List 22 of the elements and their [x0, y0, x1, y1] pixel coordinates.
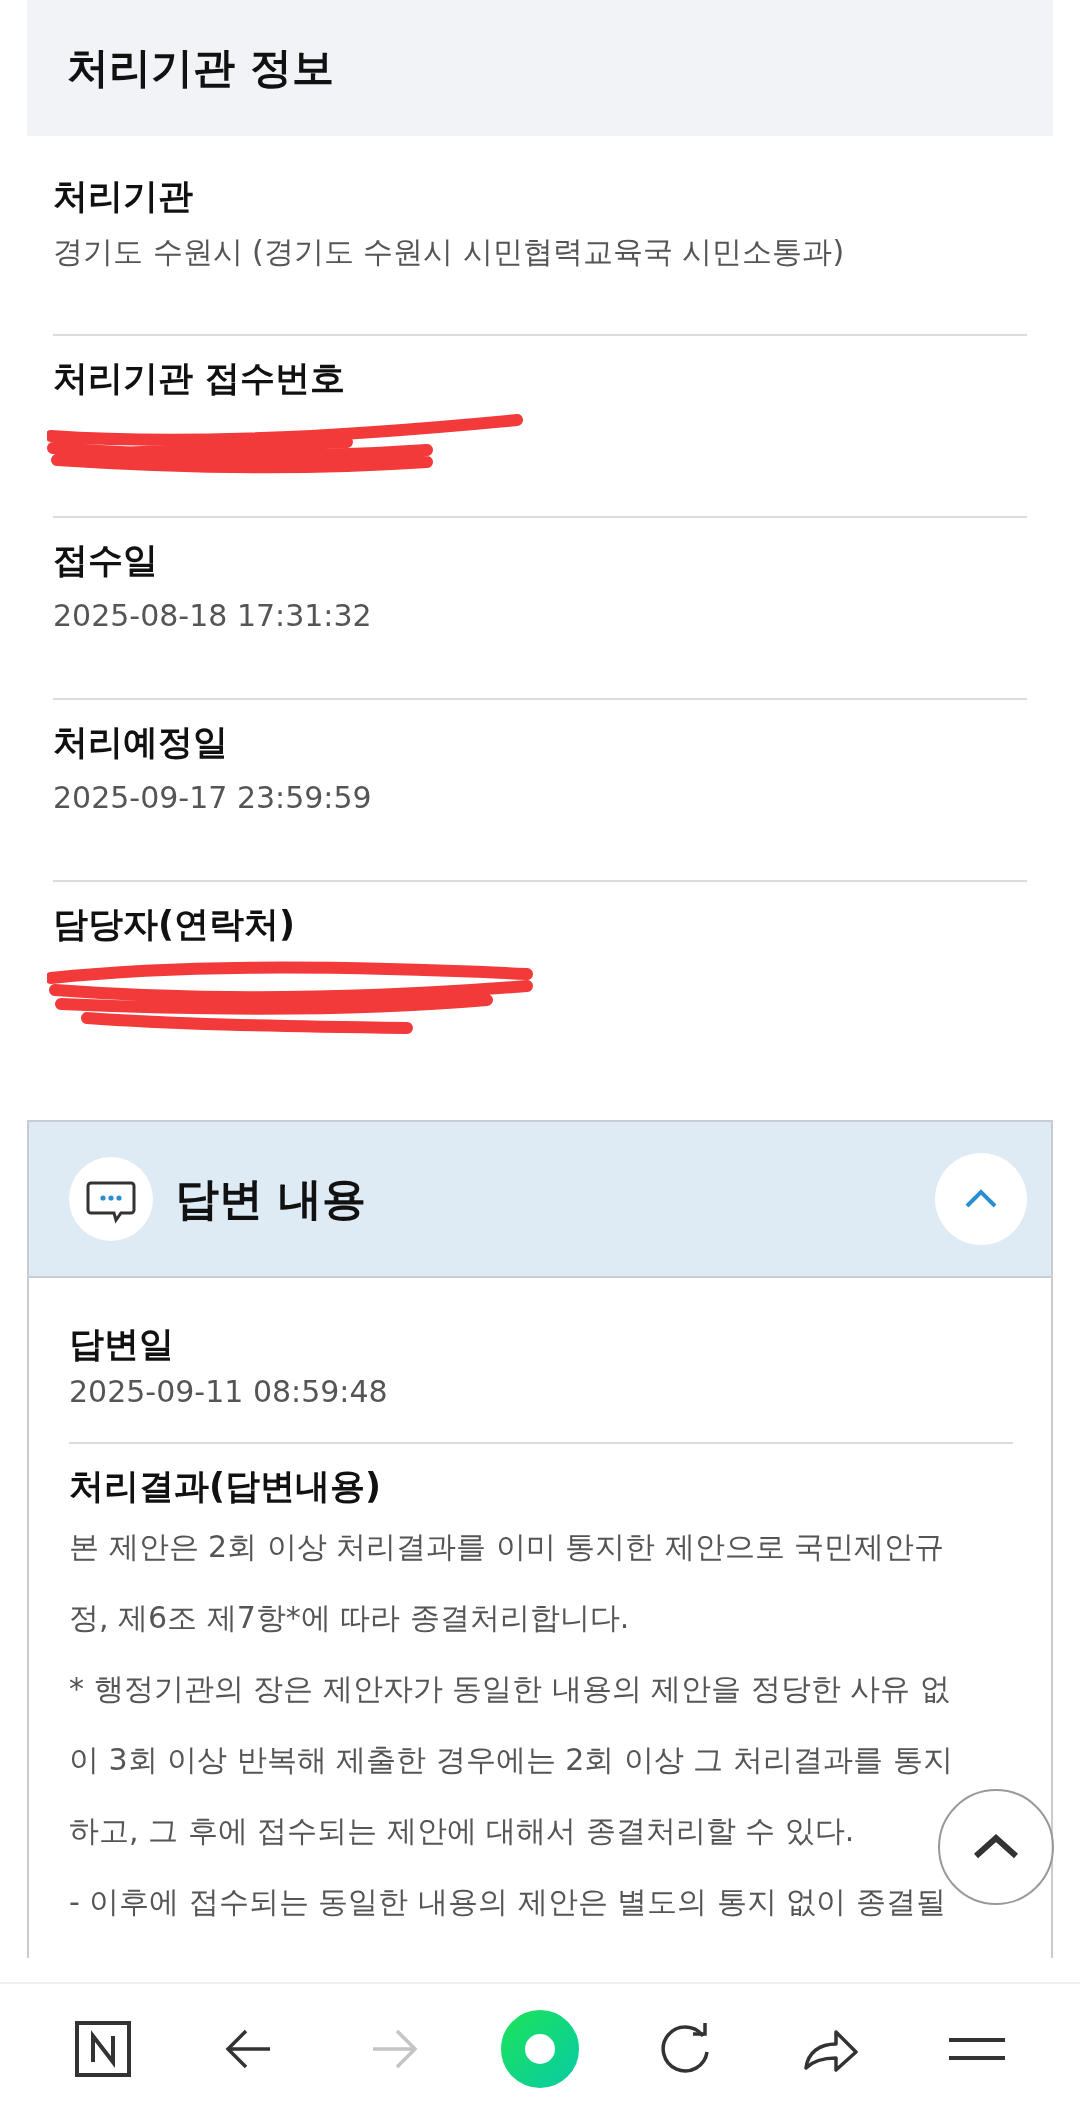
panel-title: 답변 내용 — [175, 1171, 368, 1226]
answer-text: 정, 제6조 제7항*에 따라 종결처리합니다. — [69, 1599, 630, 1637]
answer-text: 이 3회 이상 반복해 제출한 경우에는 2회 이상 그 처리결과를 통지 — [69, 1741, 953, 1779]
section-title: 처리기관 정보 — [67, 42, 334, 94]
field-label: 담당자(연락처) — [53, 903, 296, 946]
field-value: 2025-08-18 17:31:32 — [53, 597, 373, 635]
menu-icon[interactable] — [947, 2036, 1008, 2062]
field-label: 처리기관 접수번호 — [53, 357, 347, 400]
answer-text: 본 제안은 2회 이상 처리결과를 이미 통지한 제안으로 국민제안규 — [69, 1528, 945, 1566]
field-label: 처리예정일 — [53, 721, 229, 764]
field-label: 접수일 — [53, 539, 159, 582]
field-label: 처리결과(답변내용) — [69, 1465, 382, 1508]
field-value: 2025-09-11 08:59:48 — [69, 1373, 389, 1411]
field-label: 처리기관 — [53, 175, 194, 218]
field-label: 답변일 — [69, 1323, 175, 1366]
answer-text: * 행정기관의 장은 제안자가 동일한 내용의 제안을 정당한 사유 없 — [69, 1670, 950, 1708]
home-n-icon[interactable] — [73, 2020, 132, 2078]
field-value: 경기도 수원시 (경기도 수원시 시민협력교육국 시민소통과) — [53, 233, 846, 271]
answer-text: - 이후에 접수되는 동일한 내용의 제안은 별도의 통지 없이 종결될 — [69, 1883, 946, 1921]
chat-bubble-icon — [69, 1157, 153, 1241]
answer-text: 하고, 그 후에 접수되는 제안에 대해서 종결처리할 수 있다. — [69, 1812, 855, 1850]
field-value: 2025-09-17 23:59:59 — [53, 779, 373, 817]
